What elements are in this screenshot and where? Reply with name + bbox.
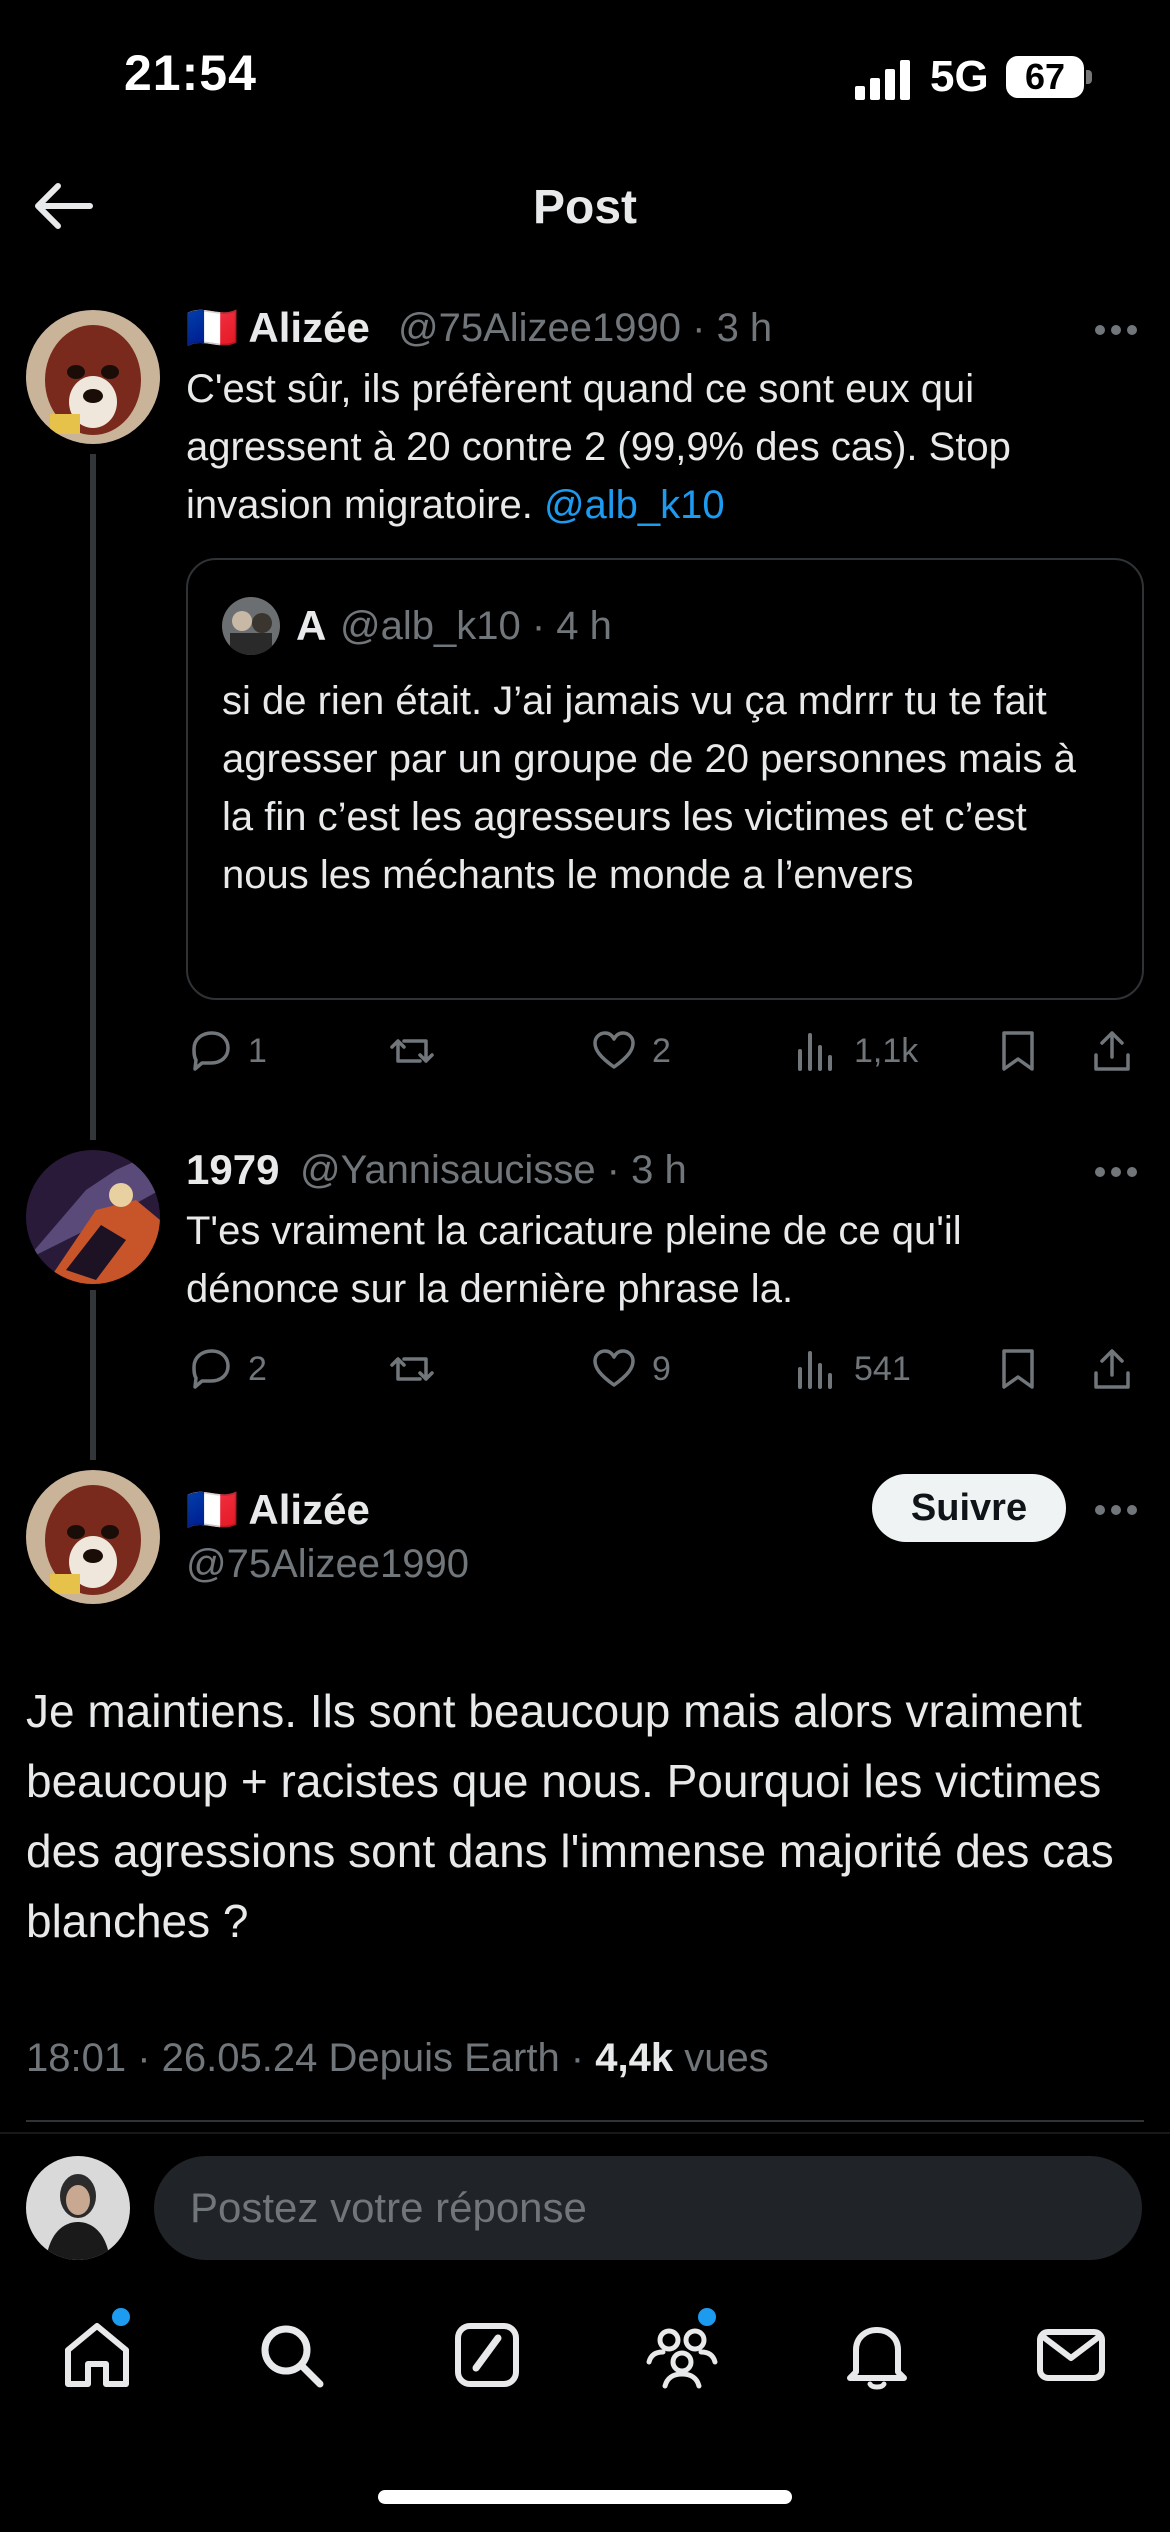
views-button[interactable]: 1,1k <box>792 1026 918 1076</box>
search-icon[interactable] <box>254 2318 328 2392</box>
divider <box>26 2120 1144 2122</box>
views-icon <box>798 1351 832 1389</box>
main-tweet-text: Je maintiens. Ils sont beaucoup mais alo… <box>26 1685 1114 1947</box>
retweet-button[interactable] <box>388 1026 450 1076</box>
bookmark-button[interactable] <box>994 1344 1056 1394</box>
reply-button[interactable]: 2 <box>186 1344 267 1394</box>
home-icon[interactable] <box>60 2318 134 2392</box>
messages-icon[interactable] <box>1034 2318 1108 2392</box>
retweet-icon <box>390 1357 434 1381</box>
like-count: 9 <box>652 1349 671 1388</box>
share-icon <box>1094 1349 1130 1389</box>
thread-line <box>90 1290 96 1460</box>
user-avatar[interactable] <box>26 2156 130 2260</box>
battery-tip <box>1086 70 1092 84</box>
divider <box>0 2132 1170 2134</box>
reply-icon <box>192 1031 230 1071</box>
tweet-text: C'est sûr, ils préfèrent quand ce sont e… <box>186 360 1136 534</box>
author-name[interactable]: 🇫🇷 Alizée <box>186 304 370 353</box>
author-name[interactable]: 🇫🇷 Alizée <box>186 1486 370 1535</box>
views-count: 1,1k <box>854 1031 919 1070</box>
share-button[interactable] <box>1088 1026 1150 1076</box>
communities-icon[interactable] <box>645 2318 719 2392</box>
share-button[interactable] <box>1088 1344 1150 1394</box>
bookmark-button[interactable] <box>994 1026 1056 1076</box>
flag-icon: 🇫🇷 <box>186 1486 239 1533</box>
page-title: Post <box>532 181 637 234</box>
author-name-text: Alizée <box>248 304 370 351</box>
more-options-icon[interactable] <box>1094 1166 1138 1178</box>
author-name[interactable]: 1979 <box>186 1146 279 1194</box>
signal-icon <box>855 60 910 100</box>
quoted-avatar <box>222 597 280 655</box>
reply-input[interactable]: Postez votre réponse <box>154 2156 1142 2260</box>
quoted-author-name: A <box>296 602 327 649</box>
quoted-text: si de rien était. J’ai jamais vu ça mdrr… <box>222 679 1076 897</box>
avatar-dog-image <box>26 310 160 444</box>
reply-icon <box>192 1349 230 1389</box>
author-name-text: Alizée <box>248 1486 370 1533</box>
tweet-timestamp: 18:01 · 26.05.24 Depuis Earth · <box>26 2036 596 2080</box>
author-handle: @75Alizee1990 <box>186 1542 470 1586</box>
bookmark-icon <box>1002 1031 1034 1071</box>
tweet-meta: 18:01 · 26.05.24 Depuis Earth · 4,4k vue… <box>26 2036 769 2081</box>
flag-icon: 🇫🇷 <box>186 304 239 351</box>
home-notification-dot <box>112 2308 130 2326</box>
avatar[interactable] <box>26 1150 160 1284</box>
views-icon <box>798 1033 832 1071</box>
like-button[interactable]: 2 <box>590 1026 671 1076</box>
follow-button[interactable]: Suivre <box>872 1474 1066 1542</box>
avatar[interactable] <box>26 1470 160 1604</box>
thread-line <box>90 454 96 1140</box>
battery-level: 67 <box>1006 56 1084 98</box>
heart-icon <box>593 1031 635 1069</box>
retweet-button[interactable] <box>388 1344 450 1394</box>
reply-count: 1 <box>248 1031 267 1070</box>
quoted-author-handle: @alb_k10 · 4 h <box>340 604 612 648</box>
compose-icon[interactable] <box>450 2318 524 2392</box>
avatar-dog-image <box>26 1470 160 1604</box>
tweet-text: T'es vraiment la caricature pleine de ce… <box>186 1209 962 1311</box>
home-indicator <box>378 2490 792 2504</box>
view-count: 4,4k <box>595 2036 674 2080</box>
author-handle: @75Alizee1990 · 3 h <box>398 306 773 350</box>
status-time: 21:54 <box>124 45 257 101</box>
communities-notification-dot <box>698 2308 716 2326</box>
reply-button[interactable]: 1 <box>186 1026 267 1076</box>
heart-icon <box>593 1349 635 1387</box>
mention-link[interactable]: @alb_k10 <box>544 483 725 527</box>
author-handle: @Yannisaucisse · 3 h <box>300 1148 687 1192</box>
avatar-art-image <box>26 1150 160 1284</box>
network-label: 5G <box>930 52 989 101</box>
like-button[interactable]: 9 <box>590 1344 671 1394</box>
views-button[interactable]: 541 <box>792 1344 911 1394</box>
more-options-icon[interactable] <box>1094 324 1138 336</box>
more-options-icon[interactable] <box>1094 1504 1138 1516</box>
reply-count: 2 <box>248 1349 267 1388</box>
retweet-icon <box>390 1039 434 1063</box>
avatar[interactable] <box>26 310 160 444</box>
views-count: 541 <box>854 1349 911 1388</box>
bookmark-icon <box>1002 1349 1034 1389</box>
notifications-icon[interactable] <box>840 2318 914 2392</box>
share-icon <box>1094 1031 1130 1071</box>
like-count: 2 <box>652 1031 671 1070</box>
view-label: vues <box>673 2036 769 2080</box>
